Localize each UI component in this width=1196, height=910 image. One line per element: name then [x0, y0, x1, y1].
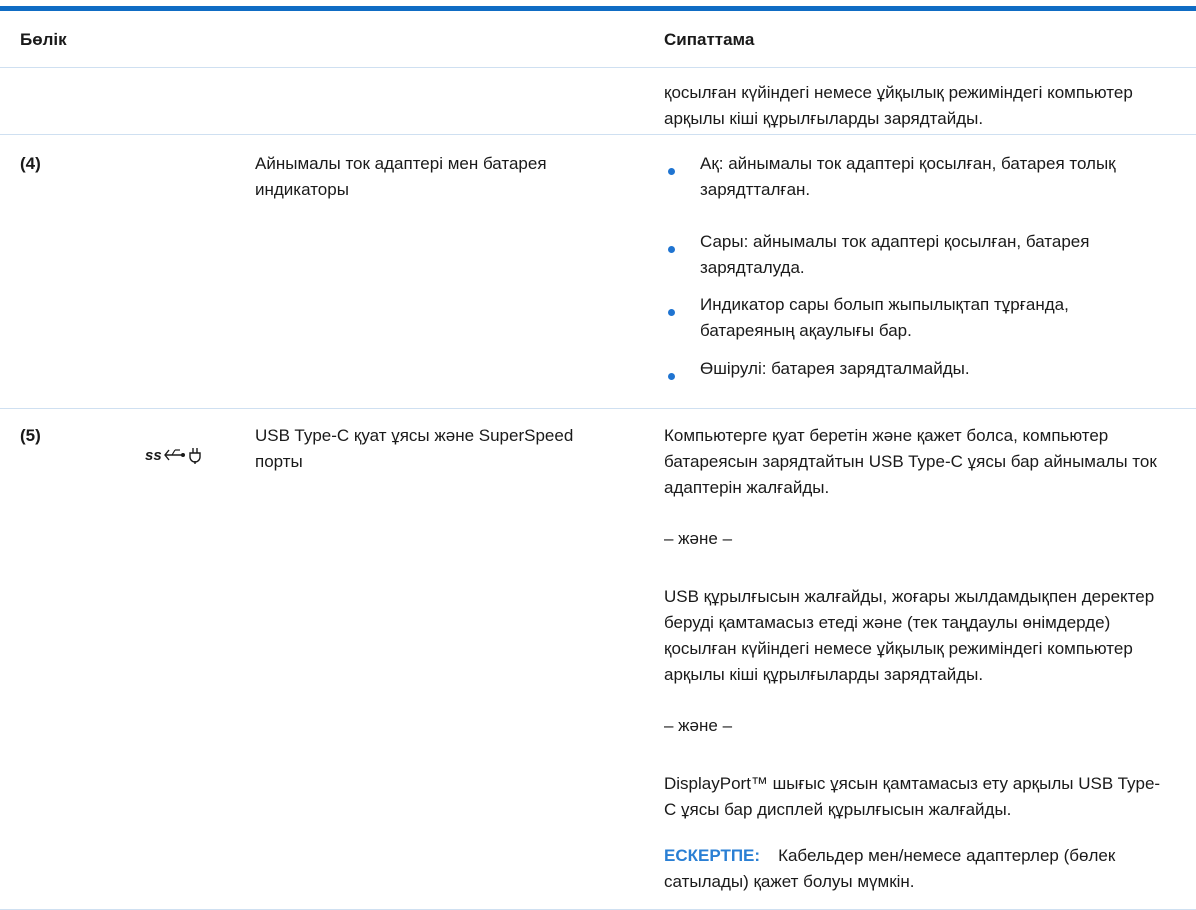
usb-superspeed-power-icon: SS [145, 445, 206, 465]
note: ЕСКЕРТПЕ: Кабельдер мен/немесе адаптерлер… [664, 843, 1164, 895]
bullet-text: Сары: айнымалы ток адаптері қосылған, ба… [700, 232, 1090, 277]
bullet-icon [668, 373, 675, 380]
table-header: Бөлік Сипаттама [0, 11, 1196, 68]
bullet-icon [668, 168, 675, 175]
description-paragraph: Компьютерге қуат беретін және қажет болс… [664, 426, 1157, 497]
row-part-number: (5) [20, 426, 41, 445]
description-separator: – және – [664, 716, 733, 735]
row-component-name: USB Type-C қуат ұясы және SuperSpeed пор… [255, 426, 574, 471]
description-paragraph: USB құрылғысын жалғайды, жоғары жылдамды… [664, 587, 1155, 684]
row-part-number: (4) [20, 154, 41, 173]
bullet-icon [668, 246, 675, 253]
superspeed-label: SS [145, 446, 162, 464]
row-description: қосылған күйіндегі немесе ұйқылық режимі… [664, 83, 1133, 128]
table-row: қосылған күйіндегі немесе ұйқылық режимі… [0, 68, 1196, 135]
bullet-text: Ақ: айнымалы ток адаптері қосылған, бата… [700, 154, 1116, 199]
table-row: (4) Айнымалы ток адаптері мен батарея ин… [0, 135, 1196, 409]
column-header-part: Бөлік [20, 30, 67, 49]
bullet-text: Индикатор сары болып жыпылықтап тұрғанда… [700, 295, 1069, 340]
column-header-description: Сипаттама [664, 30, 755, 49]
bullet-text: Өшірулі: батарея зарядталмайды. [700, 359, 970, 378]
table-row: (5) SS USB Type-C қуат ұясы және SuperSp… [0, 409, 1196, 910]
note-label: ЕСКЕРТПЕ: [664, 846, 761, 865]
bullet-icon [668, 309, 675, 316]
row-component-name: Айнымалы ток адаптері мен батарея индика… [255, 154, 547, 199]
usb-plug-icon [163, 448, 201, 464]
description-paragraph: DisplayPort™ шығыс ұясын қамтамасыз ету … [664, 774, 1161, 819]
description-separator: – және – [664, 529, 733, 548]
